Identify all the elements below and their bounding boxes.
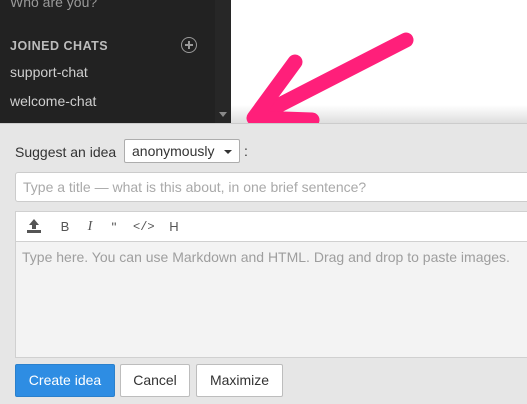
body-textarea[interactable] bbox=[15, 241, 527, 358]
app-window: Who are you? JOINED CHATS support-chat w… bbox=[0, 0, 527, 404]
idea-editor: Suggest an idea anonymously : B I " </> … bbox=[0, 123, 527, 404]
maximize-button[interactable]: Maximize bbox=[196, 364, 283, 397]
annotation-arrow-icon bbox=[246, 32, 414, 128]
scroll-down-icon[interactable] bbox=[219, 112, 227, 117]
title-input[interactable] bbox=[15, 172, 527, 202]
create-idea-button[interactable]: Create idea bbox=[15, 364, 115, 397]
author-mode-select[interactable]: anonymously bbox=[124, 139, 240, 163]
add-circle-icon[interactable] bbox=[181, 37, 197, 53]
colon-label: : bbox=[244, 143, 248, 159]
heading-button[interactable]: H bbox=[167, 216, 181, 238]
caret-down-icon bbox=[224, 150, 232, 154]
sidebar-item-support-chat[interactable]: support-chat bbox=[10, 64, 88, 80]
author-mode-value: anonymously bbox=[132, 143, 215, 159]
editor-toolbar: B I " </> H bbox=[15, 211, 527, 241]
upload-icon[interactable] bbox=[26, 216, 42, 238]
sidebar-scrollbar[interactable] bbox=[215, 0, 231, 123]
sidebar: Who are you? JOINED CHATS support-chat w… bbox=[0, 0, 215, 123]
bold-button[interactable]: B bbox=[58, 216, 72, 238]
who-are-you-link[interactable]: Who are you? bbox=[10, 0, 97, 10]
italic-button[interactable]: I bbox=[84, 216, 96, 238]
suggest-idea-label: Suggest an idea bbox=[15, 144, 117, 160]
code-button[interactable]: </> bbox=[133, 216, 155, 238]
quote-button[interactable]: " bbox=[108, 216, 120, 238]
cancel-button[interactable]: Cancel bbox=[120, 364, 190, 397]
sidebar-item-welcome-chat[interactable]: welcome-chat bbox=[10, 93, 96, 109]
joined-chats-heading: JOINED CHATS bbox=[10, 39, 109, 53]
